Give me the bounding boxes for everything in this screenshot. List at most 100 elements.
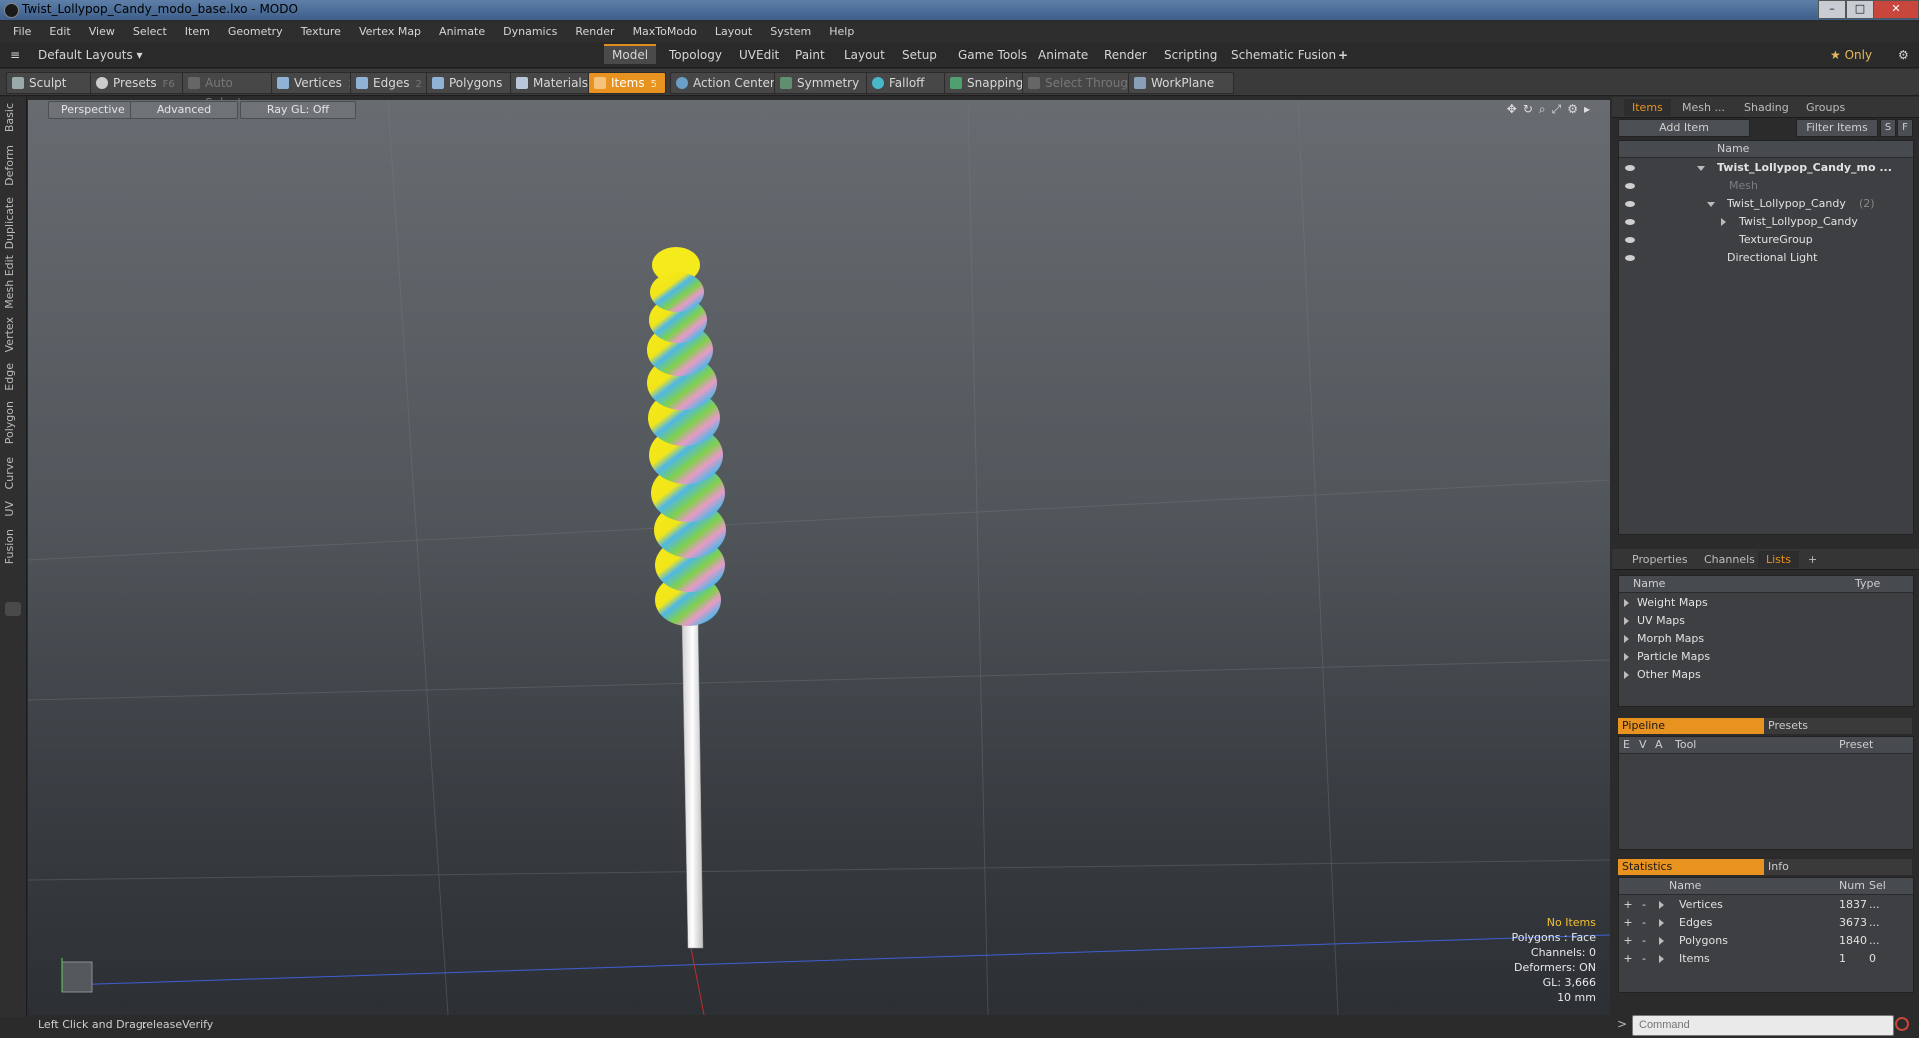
table-row[interactable]: + - Items 1 0 <box>1619 950 1913 968</box>
vtab-fusion[interactable]: Fusion <box>3 529 23 564</box>
presets-button[interactable]: Presets F6 <box>90 72 184 94</box>
layout-selector[interactable]: Default Layouts ▾ <box>30 46 151 64</box>
auto-select-button[interactable]: Auto Select <box>182 72 276 110</box>
workplane-button[interactable]: WorkPlane <box>1128 72 1234 94</box>
tab-render[interactable]: Render <box>1096 46 1155 64</box>
viewport-3d[interactable]: No Items Polygons : Face Channels: 0 Def… <box>28 100 1610 1015</box>
expand-icon[interactable] <box>1624 635 1629 643</box>
remove-selection-icon[interactable]: - <box>1639 914 1649 932</box>
expand-icon[interactable] <box>1659 901 1664 909</box>
vtab-mesh-edit[interactable]: Mesh Edit <box>3 255 23 309</box>
tab-model[interactable]: Model <box>604 44 657 64</box>
tab-scripting[interactable]: Scripting <box>1156 46 1225 64</box>
vtab-duplicate[interactable]: Duplicate <box>3 197 23 249</box>
menu-view[interactable]: View <box>80 22 124 42</box>
item-row[interactable]: Twist_Lollypop_Candy (2) <box>1619 195 1913 213</box>
panel-toggle-button[interactable] <box>5 602 21 616</box>
add-tab-button[interactable]: + <box>1330 46 1356 64</box>
item-row[interactable]: Twist_Lollypop_Candy_mo ... <box>1619 159 1913 177</box>
tab-animate[interactable]: Animate <box>1030 46 1096 64</box>
eye-icon[interactable] <box>1625 255 1635 261</box>
maximize-button[interactable]: □ <box>1846 0 1874 19</box>
vtab-vertex[interactable]: Vertex <box>3 317 23 352</box>
advanced-button[interactable]: Advanced <box>130 101 238 119</box>
item-row[interactable]: TextureGroup <box>1619 231 1913 249</box>
tab-properties[interactable]: Properties <box>1624 551 1696 568</box>
vtab-polygon[interactable]: Polygon <box>3 401 23 444</box>
remove-selection-icon[interactable]: - <box>1639 896 1649 914</box>
tab-statistics[interactable]: Statistics <box>1618 859 1766 875</box>
only-toggle[interactable]: ★ Only <box>1822 46 1880 64</box>
add-item-button[interactable]: Add Item <box>1618 119 1750 137</box>
statistics-table[interactable]: Name Num Sel + - Vertices 1837... + - Edges 36… <box>1618 877 1914 993</box>
menu-item[interactable]: Item <box>176 22 219 42</box>
add-panel-tab-button[interactable]: + <box>1800 551 1825 568</box>
list-item[interactable]: Weight Maps <box>1619 594 1913 612</box>
tab-groups[interactable]: Groups <box>1798 99 1853 116</box>
expand-icon[interactable] <box>1624 653 1629 661</box>
vtab-deform[interactable]: Deform <box>3 145 23 186</box>
remove-selection-icon[interactable]: - <box>1639 950 1649 968</box>
menu-edit[interactable]: Edit <box>40 22 79 42</box>
expand-icon[interactable] <box>1659 955 1664 963</box>
tab-schematic-fusion[interactable]: Schematic Fusion <box>1223 46 1344 64</box>
perspective-button[interactable]: Perspective <box>48 101 138 119</box>
close-button[interactable]: ✕ <box>1873 0 1919 19</box>
menu-file[interactable]: File <box>4 22 40 42</box>
menu-maxtomodo[interactable]: MaxToModo <box>624 22 706 42</box>
vertex-map-list[interactable]: Name Type Weight Maps UV Maps Morph Maps … <box>1618 575 1914 707</box>
table-row[interactable]: + - Edges 3673... <box>1619 914 1913 932</box>
s-button[interactable]: S <box>1880 119 1896 137</box>
menu-texture[interactable]: Texture <box>292 22 350 42</box>
add-selection-icon[interactable]: + <box>1623 932 1633 950</box>
item-row[interactable]: Directional Light <box>1619 249 1913 267</box>
viewport-nav-icons[interactable]: ✥↻⌕⤢⚙▸ <box>1507 102 1596 117</box>
menu-select[interactable]: Select <box>124 22 176 42</box>
tab-layout[interactable]: Layout <box>836 46 893 64</box>
menu-geometry[interactable]: Geometry <box>219 22 292 42</box>
tab-mesh[interactable]: Mesh ... <box>1674 99 1733 116</box>
tab-paint[interactable]: Paint <box>787 46 833 64</box>
list-item[interactable]: UV Maps <box>1619 612 1913 630</box>
expand-icon[interactable] <box>1707 202 1715 207</box>
sculpt-button[interactable]: Sculpt <box>6 72 96 94</box>
expand-icon[interactable] <box>1721 218 1726 226</box>
item-row[interactable]: Mesh <box>1619 177 1913 195</box>
remove-selection-icon[interactable]: - <box>1639 932 1649 950</box>
f-button[interactable]: F <box>1897 119 1913 137</box>
tab-items[interactable]: Items <box>1624 99 1671 116</box>
items-button[interactable]: Items 5 <box>588 72 666 94</box>
menu-vertex-map[interactable]: Vertex Map <box>350 22 430 42</box>
expand-icon[interactable] <box>1624 599 1629 607</box>
table-row[interactable]: + - Polygons 1840... <box>1619 932 1913 950</box>
menu-render[interactable]: Render <box>566 22 623 42</box>
tab-info[interactable]: Info <box>1764 859 1912 875</box>
tab-uvedit[interactable]: UVEdit <box>731 46 787 64</box>
pipeline-list[interactable]: E V A Tool Preset <box>1618 736 1914 850</box>
tab-channels[interactable]: Channels <box>1696 551 1763 568</box>
tab-game-tools[interactable]: Game Tools <box>950 46 1035 64</box>
command-input[interactable] <box>1632 1015 1894 1036</box>
eye-icon[interactable] <box>1625 201 1635 207</box>
add-selection-icon[interactable]: + <box>1623 950 1633 968</box>
expand-icon[interactable] <box>1659 937 1664 945</box>
record-icon[interactable] <box>1895 1017 1909 1031</box>
menu-dynamics[interactable]: Dynamics <box>494 22 566 42</box>
table-row[interactable]: + - Vertices 1837... <box>1619 896 1913 914</box>
expand-icon[interactable] <box>1659 919 1664 927</box>
menu-animate[interactable]: Animate <box>430 22 494 42</box>
tab-topology[interactable]: Topology <box>661 46 730 64</box>
tab-pipeline[interactable]: Pipeline <box>1618 718 1766 734</box>
add-selection-icon[interactable]: + <box>1623 914 1633 932</box>
add-selection-icon[interactable]: + <box>1623 896 1633 914</box>
eye-icon[interactable] <box>1625 237 1635 243</box>
tab-shading[interactable]: Shading <box>1736 99 1797 116</box>
tab-presets[interactable]: Presets <box>1764 718 1912 734</box>
tab-setup[interactable]: Setup <box>894 46 945 64</box>
gear-icon[interactable]: ⚙ <box>1890 46 1917 64</box>
list-item[interactable]: Other Maps <box>1619 666 1913 684</box>
eye-icon[interactable] <box>1625 183 1635 189</box>
filter-items-button[interactable]: Filter Items <box>1796 119 1878 137</box>
vtab-curve[interactable]: Curve <box>3 457 23 489</box>
item-list[interactable]: Name Twist_Lollypop_Candy_mo ... Mesh Tw… <box>1618 140 1914 535</box>
